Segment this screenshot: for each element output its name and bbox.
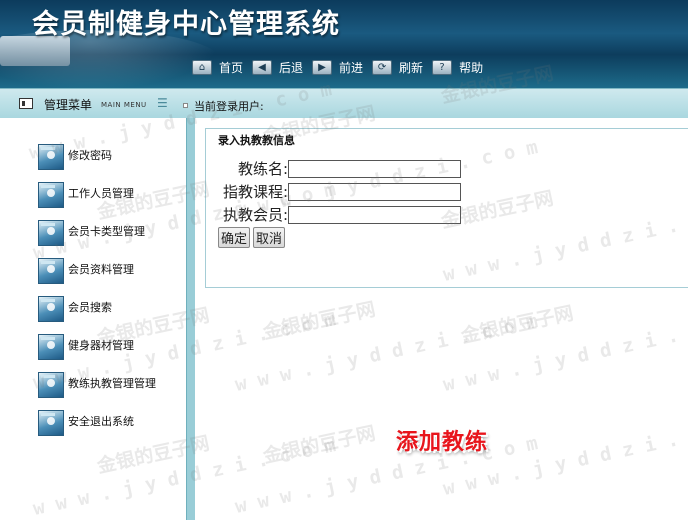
list-icon: ☰ [157, 96, 168, 110]
sidebar-divider [186, 118, 195, 520]
current-user-label: 当前登录用户: [194, 100, 264, 113]
nav-back-button[interactable]: ◀ 后退 [252, 59, 303, 76]
sidebar-item-label: 会员搜索 [68, 301, 112, 314]
user-app-icon [38, 144, 64, 170]
sidebar-item-member-search[interactable]: 会员搜索 [38, 296, 158, 322]
nav-refresh-button[interactable]: ⟳ 刷新 [372, 59, 423, 76]
user-app-icon [38, 296, 64, 322]
member-input[interactable] [288, 205, 461, 224]
nav-help-button[interactable]: ? 帮助 [432, 59, 483, 76]
nav-forward-label: 前进 [339, 60, 364, 75]
sidebar-item-label: 修改密码 [68, 149, 112, 162]
sidebar-item-change-password[interactable]: 修改密码 [38, 144, 158, 170]
sidebar-item-label: 健身器材管理 [68, 339, 134, 352]
sidebar-item-member-profiles[interactable]: 会员资料管理 [38, 258, 158, 284]
menu-bar: 管理菜单 MAIN MENU ☰ 当前登录用户: [0, 88, 688, 118]
main-content: 录入执教教信息 教练名: 指教课程: 执教会员: 确定 取消 [195, 118, 688, 520]
member-row: 执教会员: [216, 204, 461, 225]
sidebar-item-label: 工作人员管理 [68, 187, 134, 200]
coach-name-label: 教练名: [237, 160, 288, 178]
sidebar-item-card-types[interactable]: 会员卡类型管理 [38, 220, 158, 246]
sidebar-item-label: 会员资料管理 [68, 263, 134, 276]
refresh-icon: ⟳ [372, 59, 393, 75]
bullet-icon [183, 103, 188, 108]
top-nav: ⌂ 首页 ◀ 后退 ▶ 前进 ⟳ 刷新 ? 帮助 [192, 57, 492, 77]
sidebar-item-equipment[interactable]: 健身器材管理 [38, 334, 158, 360]
coach-name-input[interactable] [288, 159, 461, 178]
user-app-icon [38, 220, 64, 246]
nav-help-label: 帮助 [459, 60, 484, 75]
back-arrow-icon: ◀ [252, 59, 273, 75]
course-input[interactable] [288, 182, 461, 201]
member-label: 执教会员: [222, 206, 288, 224]
forward-arrow-icon: ▶ [312, 59, 333, 75]
user-app-icon [38, 334, 64, 360]
menu-title: 管理菜单 [44, 98, 93, 112]
sidebar-item-label: 会员卡类型管理 [68, 225, 145, 238]
form-title: 录入执教教信息 [218, 134, 295, 147]
user-app-icon [38, 258, 64, 284]
user-app-icon [38, 372, 64, 398]
user-app-icon [38, 410, 64, 436]
nav-back-label: 后退 [279, 60, 304, 75]
menu-subtitle: MAIN MENU [101, 101, 147, 109]
sidebar: 修改密码 工作人员管理 会员卡类型管理 会员资料管理 会员搜索 健身器材管理 教… [0, 118, 186, 520]
confirm-button[interactable]: 确定 [218, 227, 251, 248]
app-header: 会员制健身中心管理系统 ⌂ 首页 ◀ 后退 ▶ 前进 ⟳ 刷新 ? 帮助 [0, 0, 688, 88]
sidebar-item-coach-management[interactable]: 教练执教管理管理 [38, 372, 158, 398]
nav-refresh-label: 刷新 [399, 60, 424, 75]
form-panel: 录入执教教信息 教练名: 指教课程: 执教会员: 确定 取消 [205, 128, 688, 288]
course-row: 指教课程: [216, 181, 461, 202]
user-app-icon [38, 182, 64, 208]
help-icon: ? [432, 59, 453, 75]
sidebar-item-staff[interactable]: 工作人员管理 [38, 182, 158, 208]
course-label: 指教课程: [222, 183, 288, 201]
promo-caption: 添加教练 [396, 430, 489, 455]
sidebar-item-label: 教练执教管理管理 [68, 377, 156, 390]
cancel-button[interactable]: 取消 [253, 227, 286, 248]
menu-panel-icon [19, 98, 33, 109]
nav-home-button[interactable]: ⌂ 首页 [192, 59, 243, 76]
app-title: 会员制健身中心管理系统 [32, 9, 340, 40]
sidebar-item-logout[interactable]: 安全退出系统 [38, 410, 158, 436]
coach-name-row: 教练名: [216, 158, 461, 179]
nav-forward-button[interactable]: ▶ 前进 [312, 59, 363, 76]
nav-home-label: 首页 [219, 60, 244, 75]
home-icon: ⌂ [192, 59, 212, 75]
sidebar-item-label: 安全退出系统 [68, 415, 134, 428]
